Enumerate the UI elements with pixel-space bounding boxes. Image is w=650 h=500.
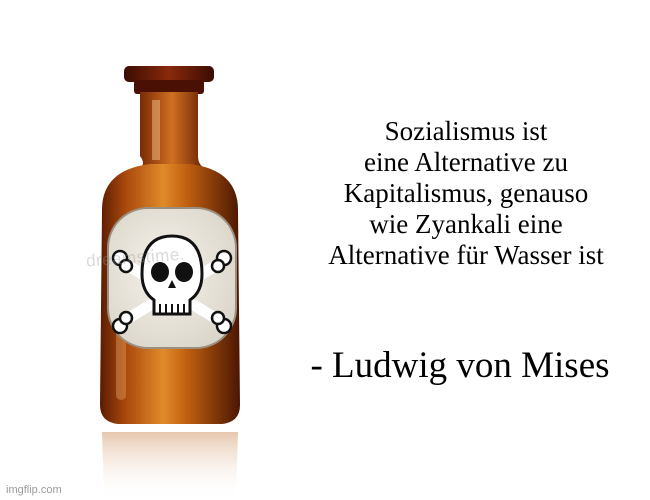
quote-line: Sozialismus ist — [384, 116, 548, 146]
imgflip-watermark: imgflip.com — [6, 484, 62, 496]
quote-author: - Ludwig von Mises — [310, 345, 610, 386]
quote-line: Alternative für Wasser ist — [328, 240, 604, 270]
quote-line: eine Alternative zu — [364, 147, 568, 177]
poison-bottle-icon — [100, 66, 240, 500]
quote-line: wie Zyankali eine — [369, 209, 563, 239]
quote-text: Sozialismus ist eine Alternative zu Kapi… — [282, 116, 650, 271]
quote-line: Kapitalismus, genauso — [343, 178, 589, 208]
